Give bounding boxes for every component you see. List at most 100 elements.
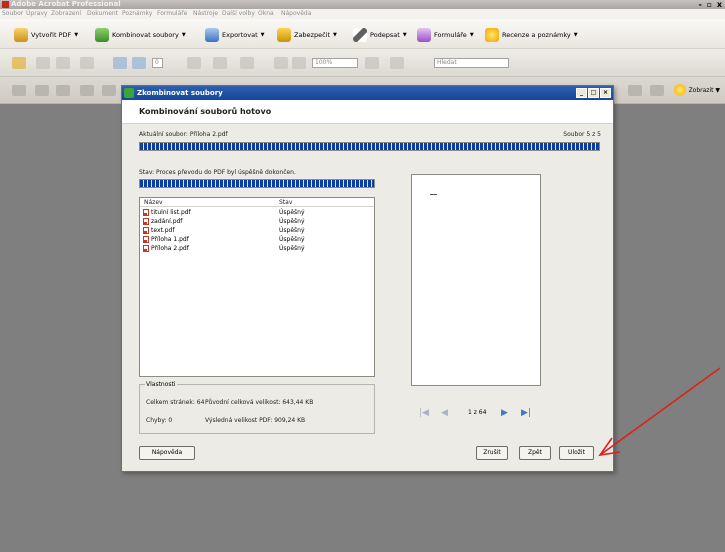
previous-page-icon[interactable]: ◀ [441, 408, 448, 418]
minimize-button[interactable]: _ [576, 88, 587, 98]
review-button[interactable]: Recenze a poznámky ▼ [485, 27, 578, 43]
show-button[interactable]: Zobrazit ▼ [673, 83, 720, 97]
dialog-title: Zkombinovat soubory [137, 89, 223, 97]
file-status: Úspěšný [279, 227, 305, 234]
column-name[interactable]: Název [144, 199, 163, 206]
preview-pager: |◀ ◀ 1 z 64 ▶ ▶| [411, 407, 541, 419]
export-button[interactable]: Exportovat ▼ [205, 27, 265, 43]
first-page-icon[interactable]: |◀ [419, 408, 429, 418]
lock-icon [277, 28, 291, 42]
zoom-tool-icon[interactable] [240, 57, 254, 69]
hand-tool-icon[interactable] [213, 57, 227, 69]
pdf-file-icon [143, 209, 149, 216]
secure-button[interactable]: Zabezpečit ▼ [277, 27, 337, 43]
tool-icon[interactable] [12, 85, 26, 96]
combine-files-button[interactable]: Kombinovat soubory ▼ [95, 27, 186, 43]
zoom-select[interactable]: 100% [312, 58, 358, 68]
tool-icon[interactable] [650, 85, 664, 96]
form-icon [417, 28, 431, 42]
menu-help[interactable]: Nápověda [281, 9, 311, 19]
last-page-icon[interactable]: ▶| [521, 408, 531, 418]
title-bar: Adobe Acrobat Professional - ▫ x [0, 0, 725, 9]
combine-files-icon [95, 28, 109, 42]
menu-forms[interactable]: Formuláře [157, 9, 187, 19]
menu-file[interactable]: Soubor [2, 9, 23, 19]
file-status: Úspěšný [279, 245, 305, 252]
column-status[interactable]: Stav [279, 199, 292, 206]
maximize-button[interactable]: □ [588, 88, 599, 98]
file-counter: Soubor 5 z 5 [563, 131, 601, 138]
list-item[interactable]: text.pdf Úspěšný [140, 227, 374, 235]
preview-page-counter: 1 z 64 [468, 409, 487, 416]
cancel-button[interactable]: Zrušit [476, 446, 508, 460]
secure-label: Zabezpečit [294, 31, 331, 39]
list-item[interactable]: titulní list.pdf Úspěšný [140, 209, 374, 217]
search-input[interactable]: Hledat [434, 58, 509, 68]
result-size: Výsledná velikost PDF: 909,24 KB [205, 417, 306, 424]
back-button[interactable]: Zpět [519, 446, 551, 460]
window-controls[interactable]: - ▫ x [699, 0, 723, 9]
pdf-file-icon [143, 236, 149, 243]
zoom-out-icon[interactable] [274, 57, 288, 69]
tool-icon[interactable] [56, 85, 70, 96]
menu-document[interactable]: Dokument [87, 9, 118, 19]
export-icon [205, 28, 219, 42]
select-tool-icon[interactable] [187, 57, 201, 69]
next-page-icon[interactable]: ▶ [501, 408, 508, 418]
create-pdf-label: Vytvořit PDF [31, 31, 72, 39]
file-name: text.pdf [151, 227, 175, 234]
sign-button[interactable]: Podepsat ▼ [353, 27, 407, 43]
forms-label: Formuláře [434, 31, 467, 39]
dialog-header: Kombinování souborů hotovo [122, 100, 613, 124]
close-button[interactable]: × [600, 88, 611, 98]
help-button[interactable]: Nápověda [139, 446, 195, 460]
menu-view[interactable]: Zobrazení [51, 9, 81, 19]
file-status: Úspěšný [279, 209, 305, 216]
tool-icon[interactable] [80, 85, 94, 96]
tool-icon[interactable] [628, 85, 642, 96]
forms-button[interactable]: Formuláře ▼ [417, 27, 474, 43]
current-file-label: Aktuální soubor: Příloha 2.pdf [139, 131, 228, 138]
total-pages: Celkem stránek: 64 [146, 399, 205, 406]
fit-width-icon[interactable] [365, 57, 379, 69]
fit-page-icon[interactable] [390, 57, 404, 69]
page-number-input[interactable]: 0 [152, 58, 163, 68]
list-item[interactable]: zadání.pdf Úspěšný [140, 218, 374, 226]
zoom-in-icon[interactable] [292, 57, 306, 69]
file-toolbar: 0 /0 100% Hledat ▼ [0, 49, 725, 115]
preview-text-line [430, 194, 437, 195]
combine-files-label: Kombinovat soubory [112, 31, 179, 39]
email-icon[interactable] [80, 57, 94, 69]
menu-tools[interactable]: Nástroje [193, 9, 218, 19]
dialog-window-controls: _ □ × [576, 88, 611, 98]
combine-files-dialog: Zkombinovat soubory _ □ × Kombinování so… [121, 85, 614, 472]
speech-bubble-icon [673, 84, 686, 96]
next-page-icon[interactable] [132, 57, 146, 69]
pdf-file-icon [143, 218, 149, 225]
menu-advanced[interactable]: Další volby [222, 9, 255, 19]
save-icon[interactable] [56, 57, 70, 69]
open-folder-icon[interactable] [12, 57, 26, 69]
file-status: Úspěšný [279, 236, 305, 243]
menu-edit[interactable]: Úpravy [26, 9, 47, 19]
list-item[interactable]: Příloha 2.pdf Úspěšný [140, 245, 374, 253]
export-label: Exportovat [222, 31, 258, 39]
file-name: Příloha 1.pdf [151, 236, 189, 243]
original-size: Původní celková velikost: 643,44 KB [205, 399, 314, 406]
menu-window[interactable]: Okna [258, 9, 274, 19]
conversion-progress-bar [139, 179, 375, 188]
file-list[interactable]: Název Stav titulní list.pdf Úspěšný zadá… [139, 197, 375, 377]
menu-bar: Soubor Úpravy Zobrazení Dokument Poznámk… [0, 9, 725, 19]
create-pdf-button[interactable]: Vytvořit PDF ▼ [14, 27, 78, 43]
menu-comments[interactable]: Poznámky [122, 9, 152, 19]
pdf-create-icon [14, 28, 28, 42]
acrobat-logo-icon [2, 1, 9, 8]
save-button[interactable]: Uložit [559, 446, 594, 460]
tool-icon[interactable] [102, 85, 116, 96]
list-item[interactable]: Příloha 1.pdf Úspěšný [140, 236, 374, 244]
file-name: Příloha 2.pdf [151, 245, 189, 252]
previous-page-icon[interactable] [113, 57, 127, 69]
tool-icon[interactable] [35, 85, 49, 96]
pdf-file-icon [143, 227, 149, 234]
print-icon[interactable] [36, 57, 50, 69]
